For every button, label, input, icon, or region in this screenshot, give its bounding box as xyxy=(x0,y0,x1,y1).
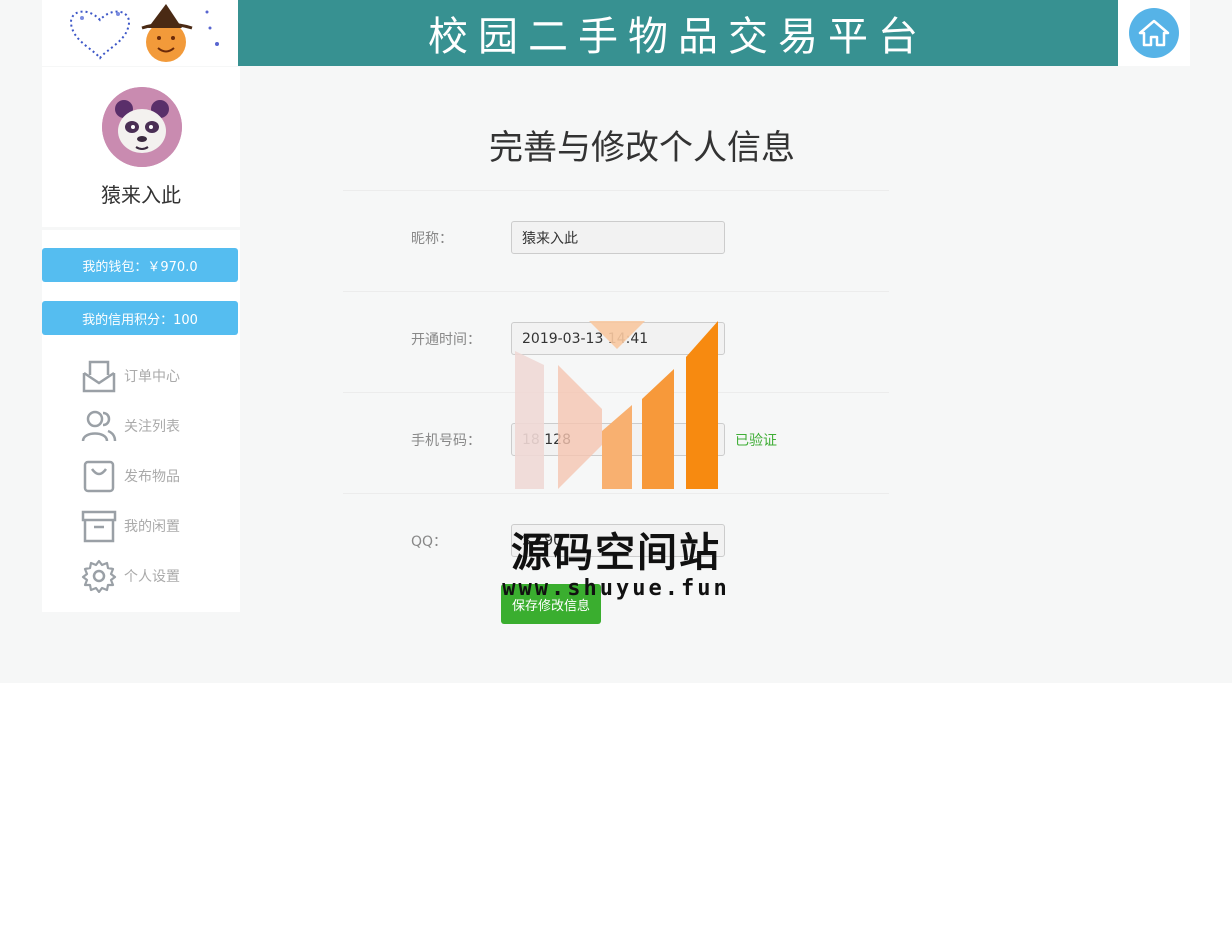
watermark-logo xyxy=(515,321,718,489)
watermark-text: 源码空间站 xyxy=(511,530,721,576)
panda-avatar xyxy=(102,87,182,167)
sidebar-item-label: 订单中心 xyxy=(124,369,180,385)
watermark-url: www.shuyue.fun xyxy=(502,576,730,601)
site-title: 校园二手物品交易平台 xyxy=(428,14,928,60)
sidebar-item-orders[interactable]: 订单中心 xyxy=(80,356,180,396)
nickname-label: 昵称： xyxy=(411,231,453,247)
bag-icon xyxy=(80,457,118,495)
wallet-button[interactable]: 我的钱包：￥970.0 xyxy=(42,248,238,282)
sidebar-item-following[interactable]: 关注列表 xyxy=(80,406,180,446)
sidebar-item-label: 发布物品 xyxy=(124,469,180,485)
envelope-icon xyxy=(80,357,118,395)
archive-box-icon xyxy=(80,507,118,545)
sidebar-item-label: 我的闲置 xyxy=(124,519,180,535)
sidebar-item-label: 个人设置 xyxy=(124,569,180,585)
home-button[interactable] xyxy=(1129,8,1179,58)
title-bar: 校园二手物品交易平台 xyxy=(238,0,1118,66)
credit-score-button[interactable]: 我的信用积分：100 xyxy=(42,301,238,335)
sidebar-item-publish[interactable]: 发布物品 xyxy=(80,456,180,496)
logo-graphic xyxy=(70,4,219,62)
divider xyxy=(343,291,889,292)
username: 猿来入此 xyxy=(101,183,181,207)
header: 校园二手物品交易平台 xyxy=(42,0,1190,66)
sidebar-menu: 我的钱包：￥970.0 我的信用积分：100 订单中心 关注列表 发布物品 我的… xyxy=(42,230,240,612)
page-title: 完善与修改个人信息 xyxy=(489,128,795,168)
avatar[interactable] xyxy=(102,87,182,167)
profile-card: 猿来入此 xyxy=(42,67,240,227)
gear-icon xyxy=(80,557,118,595)
home-icon xyxy=(1138,19,1170,47)
qq-label: QQ： xyxy=(411,534,448,550)
phone-verified-status: 已验证 xyxy=(735,433,777,449)
sidebar-item-label: 关注列表 xyxy=(124,419,180,435)
phone-label: 手机号码： xyxy=(411,433,481,449)
users-icon xyxy=(80,407,118,445)
open-time-label: 开通时间： xyxy=(411,332,481,348)
nickname-field[interactable] xyxy=(511,221,725,254)
divider xyxy=(343,190,889,191)
site-logo[interactable] xyxy=(42,0,238,66)
home-link[interactable] xyxy=(1118,0,1190,66)
divider xyxy=(343,493,889,494)
sidebar-item-idle[interactable]: 我的闲置 xyxy=(80,506,180,546)
sidebar-item-settings[interactable]: 个人设置 xyxy=(80,556,180,596)
